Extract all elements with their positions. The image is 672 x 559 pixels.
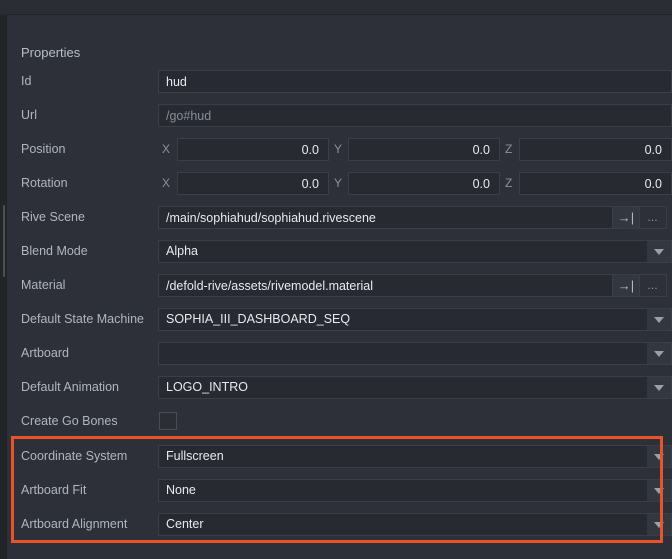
position-y-input[interactable]: 0.0 [348,138,500,161]
chevron-down-icon[interactable] [647,309,671,330]
artboard-fit-value: None [159,480,647,501]
left-gutter [0,15,7,559]
default-animation-value: LOGO_INTRO [159,377,647,398]
artboard-alignment-value: Center [159,514,647,535]
goto-resource-button[interactable]: →| [613,206,640,229]
property-row-url: Url /go#hud [7,101,672,129]
window-top-bar [0,0,672,15]
default-state-machine-dropdown[interactable]: SOPHIA_III_DASHBOARD_SEQ [158,308,672,331]
position-z-input[interactable]: 0.0 [519,138,672,161]
chevron-down-icon[interactable] [647,480,671,501]
property-row-default-animation: Default Animation LOGO_INTRO [7,373,672,401]
material-input[interactable]: /defold-rive/assets/rivemodel.material [158,274,613,297]
rive-scene-input[interactable]: /main/sophiahud/sophiahud.rivescene [158,206,613,229]
property-row-id: Id hud [7,67,672,95]
label-artboard: Artboard [21,339,69,367]
coordinate-system-value: Fullscreen [159,446,647,467]
ellipsis-icon: … [647,280,659,292]
axis-label-z: Z [505,169,517,197]
property-row-blend-mode: Blend Mode Alpha [7,237,672,265]
label-position: Position [21,135,65,163]
blend-mode-dropdown[interactable]: Alpha [158,240,672,263]
property-row-create-go-bones: Create Go Bones [7,407,672,435]
property-row-artboard-fit: Artboard Fit None [7,476,672,504]
axis-label-y: Y [334,169,346,197]
goto-icon: →| [618,279,634,292]
position-x-input[interactable]: 0.0 [177,138,329,161]
url-value: /go#hud [158,104,672,127]
property-row-material: Material /defold-rive/assets/rivemodel.m… [7,271,672,299]
property-row-artboard-alignment: Artboard Alignment Center [7,510,672,538]
artboard-alignment-dropdown[interactable]: Center [158,513,672,536]
axis-label-x: X [162,169,174,197]
chevron-down-icon[interactable] [647,514,671,535]
browse-resource-button[interactable]: … [640,274,667,297]
goto-icon: →| [618,211,634,224]
label-blend-mode: Blend Mode [21,237,88,265]
label-artboard-fit: Artboard Fit [21,476,86,504]
rotation-x-input[interactable]: 0.0 [177,172,329,195]
property-row-rive-scene: Rive Scene /main/sophiahud/sophiahud.riv… [7,203,672,231]
label-default-animation: Default Animation [21,373,119,401]
label-id: Id [21,67,31,95]
chevron-down-icon[interactable] [647,377,671,398]
label-rive-scene: Rive Scene [21,203,85,231]
label-create-go-bones: Create Go Bones [21,407,118,435]
blend-mode-value: Alpha [159,241,647,262]
chevron-down-icon[interactable] [647,343,671,364]
property-row-coordinate-system: Coordinate System Fullscreen [7,442,672,470]
property-row-position: Position X 0.0 Y 0.0 Z 0.0 [7,135,672,163]
label-rotation: Rotation [21,169,68,197]
goto-resource-button[interactable]: →| [613,274,640,297]
browse-resource-button[interactable]: … [640,206,667,229]
label-material: Material [21,271,65,299]
coordinate-system-dropdown[interactable]: Fullscreen [158,445,672,468]
rotation-z-input[interactable]: 0.0 [519,172,672,195]
create-go-bones-checkbox[interactable] [159,412,177,430]
label-default-state-machine: Default State Machine [21,305,144,333]
label-artboard-alignment: Artboard Alignment [21,510,127,538]
id-input[interactable]: hud [158,70,672,93]
axis-label-y: Y [334,135,346,163]
property-row-artboard: Artboard [7,339,672,367]
artboard-fit-dropdown[interactable]: None [158,479,672,502]
axis-label-z: Z [505,135,517,163]
property-row-default-state-machine: Default State Machine SOPHIA_III_DASHBOA… [7,305,672,333]
axis-label-x: X [162,135,174,163]
label-coordinate-system: Coordinate System [21,442,127,470]
rotation-y-input[interactable]: 0.0 [348,172,500,195]
artboard-dropdown[interactable] [158,342,672,365]
ellipsis-icon: … [647,212,659,224]
property-row-rotation: Rotation X 0.0 Y 0.0 Z 0.0 [7,169,672,197]
chevron-down-icon[interactable] [647,241,671,262]
default-animation-dropdown[interactable]: LOGO_INTRO [158,376,672,399]
rive-scene-actions: →| … [613,206,667,229]
page-title: Properties [21,45,80,60]
material-actions: →| … [613,274,667,297]
label-url: Url [21,101,37,129]
properties-panel: Properties Id hud Url /go#hud Position X… [7,15,672,559]
vertical-scrollbar[interactable] [3,205,5,277]
chevron-down-icon[interactable] [647,446,671,467]
default-state-machine-value: SOPHIA_III_DASHBOARD_SEQ [159,309,647,330]
